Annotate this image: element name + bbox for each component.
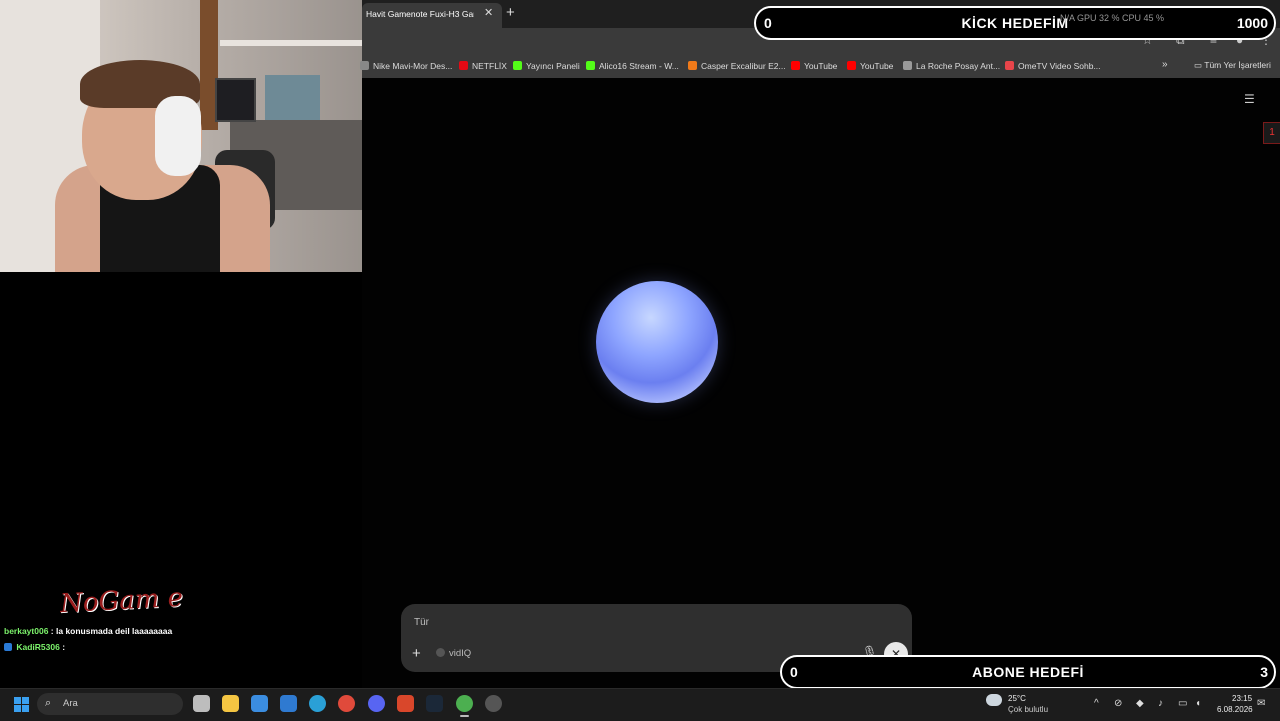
- search-icon: ⌕: [45, 697, 52, 709]
- system-stats: N/A GPU 32 % CPU 45 %: [1060, 13, 1165, 23]
- tray-volume-icon[interactable]: ◖: [1195, 698, 1201, 709]
- bookmarks-overflow-icon[interactable]: »: [1162, 59, 1168, 70]
- bookmark-favicon-icon: [903, 61, 912, 70]
- taskbar-app-media[interactable]: [397, 695, 414, 712]
- bookmark-item[interactable]: YouTube: [847, 61, 893, 71]
- bookmark-item[interactable]: La Roche Posay Ant...: [903, 61, 1000, 71]
- chat-text: :: [62, 642, 66, 652]
- bookmark-item[interactable]: Alico16 Stream - W...: [586, 61, 679, 71]
- folder-icon: ▭: [1194, 60, 1205, 70]
- bookmark-item[interactable]: Yayıncı Paneli: [513, 61, 580, 71]
- bookmark-favicon-icon: [360, 61, 369, 70]
- side-badge[interactable]: 1: [1263, 122, 1280, 144]
- weather-temperature[interactable]: 25°C: [1008, 694, 1026, 703]
- tab-close-icon[interactable]: ✕: [484, 6, 493, 19]
- taskbar-app-mail[interactable]: [280, 695, 297, 712]
- bookmark-favicon-icon: [586, 61, 595, 70]
- bookmark-item[interactable]: YouTube: [791, 61, 837, 71]
- kick-goal-target: 1000: [1236, 15, 1268, 31]
- bookmark-favicon-icon: [791, 61, 800, 70]
- settings-sliders-icon[interactable]: ☰: [1244, 92, 1255, 106]
- chat-message: KadiR5306 :: [4, 642, 65, 652]
- tray-mic-icon[interactable]: ♪: [1158, 698, 1163, 709]
- bookmark-favicon-icon: [459, 61, 468, 70]
- taskbar-app-chrome-active[interactable]: [456, 695, 473, 717]
- cam-headset: [155, 96, 201, 176]
- start-button[interactable]: [14, 697, 29, 712]
- bookmark-item[interactable]: Casper Excalibur E2...: [688, 61, 786, 71]
- chat-message: berkayt006 : la konusmada deil laaaaaaaa: [4, 626, 172, 636]
- tray-overflow-icon[interactable]: ^: [1094, 698, 1099, 709]
- chat-input-placeholder[interactable]: Tür: [414, 617, 429, 628]
- tab-title: Havit Gamenote Fuxi-H3 Gaming: [366, 9, 474, 19]
- notification-icon[interactable]: ✉: [1257, 698, 1265, 709]
- taskbar-app-steam[interactable]: [426, 695, 443, 712]
- taskbar-app-store[interactable]: [251, 695, 268, 712]
- taskbar-app-obs[interactable]: [485, 695, 502, 712]
- bookmark-item[interactable]: Nike Mavi-Mor Des...: [360, 61, 452, 71]
- sub-goal-target: 3: [1260, 664, 1268, 680]
- kick-goal-bar: 0 KİCK HEDEFİM 1000: [754, 6, 1276, 40]
- clock-date[interactable]: 6.08.2026: [1217, 705, 1253, 714]
- bookmark-favicon-icon: [513, 61, 522, 70]
- taskbar-search-placeholder: Ara: [63, 698, 78, 709]
- taskbar-app-edge[interactable]: [309, 695, 326, 712]
- kick-goal-label: KİCK HEDEFİM: [961, 15, 1069, 31]
- add-attachment-button[interactable]: +: [412, 645, 421, 662]
- stream-logo: NoGam e: [59, 582, 184, 620]
- taskbar-app-file-explorer[interactable]: [222, 695, 239, 712]
- vidiq-button[interactable]: vidIQ: [436, 648, 471, 659]
- subscriber-goal-bar: 0 ABONE HEDEFİ 3: [780, 655, 1276, 689]
- taskbar-app-chrome[interactable]: [338, 695, 355, 712]
- webcam-feed: [0, 0, 362, 272]
- all-bookmarks-folder[interactable]: ▭ Tüm Yer İşaretleri: [1194, 60, 1271, 71]
- weather-description[interactable]: Çok bulutlu: [1008, 705, 1048, 714]
- vidiq-icon: [436, 648, 445, 657]
- bookmark-favicon-icon: [688, 61, 697, 70]
- voice-orb[interactable]: [596, 281, 718, 403]
- tray-app-icon[interactable]: ◆: [1136, 698, 1144, 709]
- cam-shelf: [220, 40, 362, 46]
- clock-time[interactable]: 23:15: [1232, 694, 1252, 703]
- cam-monitor: [215, 78, 256, 122]
- bookmark-item[interactable]: OmeTV Video Sohb...: [1005, 61, 1101, 71]
- tray-network-off-icon[interactable]: ⊘: [1114, 698, 1122, 709]
- tray-display-icon[interactable]: ▭: [1178, 698, 1187, 709]
- taskbar-app-discord[interactable]: [368, 695, 385, 712]
- bookmark-favicon-icon: [847, 61, 856, 70]
- page-content: [362, 78, 1280, 688]
- taskbar-app-task-view[interactable]: [193, 695, 210, 712]
- chat-username: berkayt006: [4, 626, 49, 636]
- bookmark-favicon-icon: [1005, 61, 1014, 70]
- sub-goal-label: ABONE HEDEFİ: [972, 664, 1084, 680]
- taskbar-search[interactable]: [37, 693, 183, 715]
- chat-text: : la konusmada deil laaaaaaaa: [50, 626, 173, 636]
- new-tab-button[interactable]: +: [506, 4, 515, 21]
- bookmark-item[interactable]: NETFLİX: [459, 61, 507, 71]
- taskbar: [0, 688, 1280, 721]
- chat-username: KadiR5306: [16, 642, 60, 652]
- chat-badge-icon: [4, 643, 12, 651]
- cam-aquarium: [265, 75, 320, 120]
- weather-cloud-icon[interactable]: [986, 694, 1002, 706]
